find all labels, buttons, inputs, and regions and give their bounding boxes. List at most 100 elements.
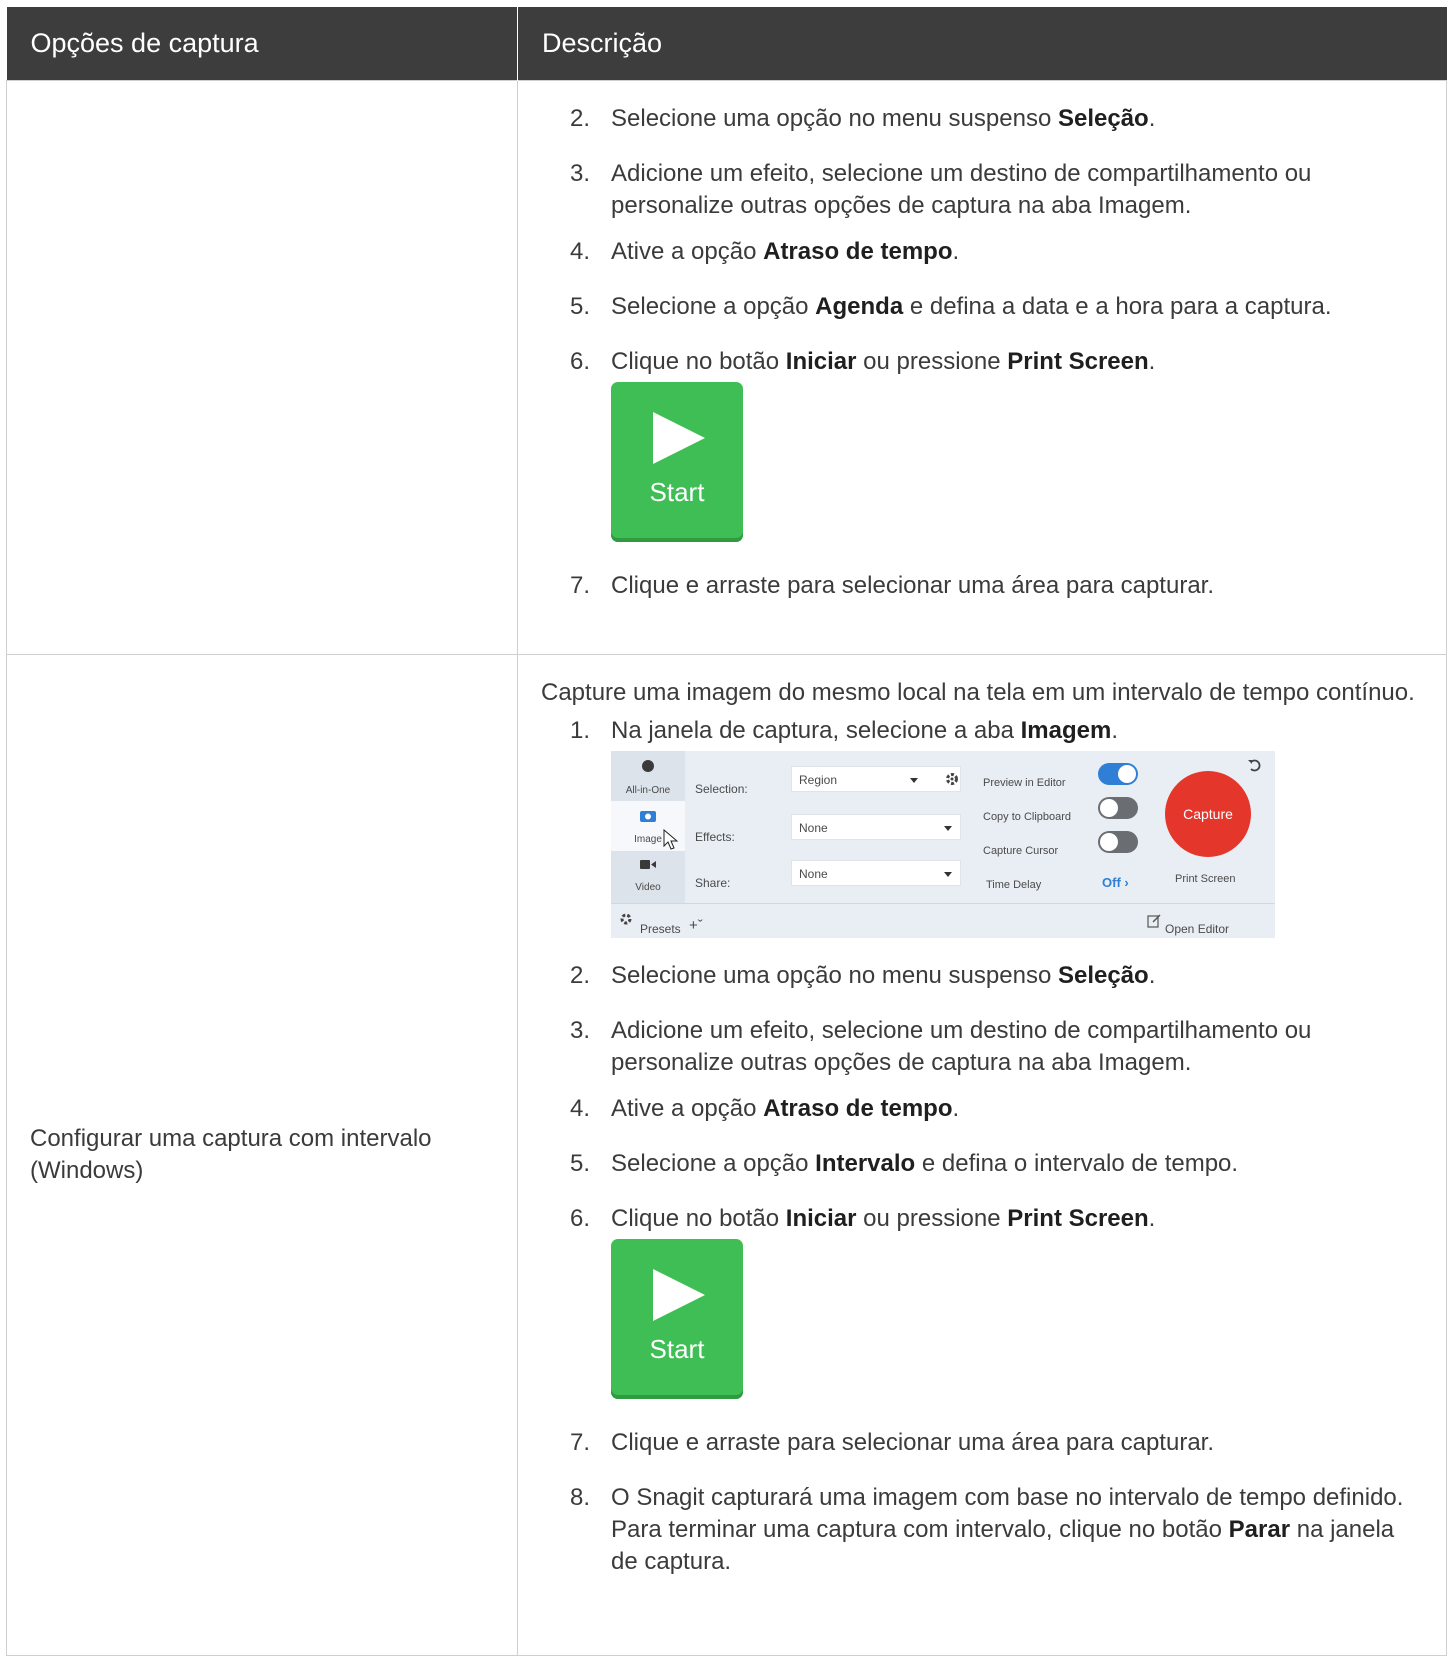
start-button[interactable]: Start — [611, 1239, 743, 1399]
step-number: 8. — [570, 1484, 591, 1511]
text-run: ou pressione — [856, 348, 1008, 375]
bold-term: Imagem — [1020, 717, 1112, 744]
page: Opções de captura Descrição 2. Selecione … — [0, 0, 1447, 1656]
selection-value: Region — [799, 773, 838, 787]
capture-options-table: Opções de captura Descrição 2. Selecione … — [6, 7, 1447, 1656]
step-number: 4. — [570, 238, 591, 265]
list-item: 7. Clique e arraste para selecionar uma á… — [518, 1427, 1446, 1459]
play-icon — [653, 1269, 705, 1321]
step-text: Selecione uma opção no menu suspenso Sel… — [611, 105, 1155, 132]
cursor-toggle[interactable] — [1098, 831, 1138, 853]
text-run: Na janela de captura, selecione a aba — [611, 717, 1021, 744]
text-run: Ative a opção — [611, 238, 764, 265]
effects-label: Effects: — [695, 830, 735, 844]
step-number: 1. — [570, 717, 591, 744]
time-delay-value[interactable]: Off › — [1102, 867, 1129, 899]
camera-icon — [640, 811, 656, 822]
list-item: 5. Selecione a opção Intervalo e defina o… — [518, 1148, 1446, 1180]
list-item: 1. Na janela de captura, selecione a aba … — [518, 715, 1446, 938]
list-item: 7. Clique e arraste para selecionar uma á… — [518, 570, 1446, 602]
text-run: . — [1111, 717, 1118, 744]
open-editor-link[interactable]: Open Editor — [1165, 913, 1229, 945]
share-label: Share: — [695, 876, 731, 890]
table-row: 2. Selecione uma opção no menu suspenso S… — [6, 80, 1447, 655]
capture-label: Capture — [1183, 806, 1233, 822]
effects-value: None — [799, 821, 828, 835]
list-item: 2. Selecione uma opção no menu suspenso S… — [518, 960, 1446, 992]
preview-toggle[interactable] — [1098, 763, 1138, 785]
header-description: Descrição — [517, 7, 1447, 81]
table-header-row: Opções de captura Descrição — [6, 7, 1447, 81]
selection-dropdown[interactable]: Region — [791, 766, 961, 792]
list-item: 6. Clique no botão Iniciar ou pressione P… — [518, 1203, 1446, 1399]
bold-term: Print Screen — [1007, 1205, 1149, 1232]
step-number: 7. — [570, 572, 591, 599]
tab-video[interactable]: Video — [611, 851, 685, 901]
list-item: 5. Selecione a opção Agenda e defina a da… — [518, 291, 1446, 323]
capture-window: All-in-One Image Video Selection: Region… — [611, 751, 1275, 938]
capture-button[interactable]: Capture — [1165, 771, 1251, 857]
time-delay-value-text: Off — [1102, 875, 1121, 890]
header-capture-options: Opções de captura — [6, 7, 518, 81]
text-run: e defina o intervalo de tempo. — [915, 1150, 1239, 1177]
presets-label[interactable]: Presets — [640, 913, 681, 945]
add-preset-icon[interactable]: +ˇ — [689, 910, 703, 942]
text-run: . — [952, 1095, 960, 1122]
chevron-down-icon — [910, 778, 918, 783]
print-screen-label: Print Screen — [1175, 873, 1236, 885]
bold-term: Agenda — [815, 293, 904, 320]
table-row: Configurar uma captura com intervalo (Wi… — [6, 654, 1447, 1656]
all-in-one-icon — [642, 760, 654, 772]
description-cell: 2. Selecione uma opção no menu suspenso S… — [517, 80, 1447, 655]
text-run: Adicione um efeito, selecione um destino… — [611, 160, 1312, 219]
bold-term: Iniciar — [785, 1205, 857, 1232]
step-number: 6. — [570, 1205, 591, 1232]
chevron-down-icon — [944, 826, 952, 831]
step-text: Ative a opção Atraso de tempo. — [611, 238, 959, 265]
text-run: . — [1148, 962, 1156, 989]
effects-dropdown[interactable]: None — [791, 814, 961, 840]
step-text: Clique no botão Iniciar ou pressione Pri… — [611, 348, 1155, 375]
text-run: Clique no botão — [611, 348, 786, 375]
tab-all-in-one[interactable]: All-in-One — [611, 751, 685, 801]
text-run: Selecione a opção — [611, 1150, 816, 1177]
selection-label: Selection: — [695, 782, 748, 796]
text-run: Selecione a opção — [611, 293, 816, 320]
reset-icon[interactable] — [1247, 757, 1263, 773]
list-item: 6. Clique no botão Iniciar ou pressione P… — [518, 346, 1446, 542]
gear-icon[interactable] — [945, 772, 959, 786]
preview-label: Preview in Editor — [983, 777, 1066, 789]
text-run: Selecione uma opção no menu suspenso — [611, 105, 1058, 132]
share-dropdown[interactable]: None — [791, 860, 961, 886]
step-text: Clique no botão Iniciar ou pressione Pri… — [611, 1205, 1155, 1232]
tab-image[interactable]: Image — [611, 801, 685, 851]
cursor-label: Capture Cursor — [983, 845, 1059, 857]
list-item: 4. Ative a opção Atraso de tempo. — [518, 1093, 1446, 1125]
video-icon — [640, 860, 656, 869]
tab-label: Image — [634, 834, 662, 845]
text-run: . — [1148, 105, 1156, 132]
bold-term: Seleção — [1057, 962, 1149, 989]
text-run: Ative a opção — [611, 1095, 764, 1122]
capture-mode-sidebar: All-in-One Image Video — [611, 751, 685, 903]
clipboard-toggle[interactable] — [1098, 797, 1138, 819]
steps-list: 1. Na janela de captura, selecione a aba … — [518, 713, 1446, 1578]
edit-icon — [1147, 914, 1161, 928]
step-number: 3. — [570, 160, 591, 187]
toggle-knob — [1100, 799, 1118, 817]
option-cell: Configurar uma captura com intervalo (Wi… — [6, 654, 518, 1656]
capture-window-footer: Presets +ˇ Open Editor — [611, 903, 1275, 939]
step-text: Adicione um efeito, selecione um destino… — [611, 1017, 1311, 1076]
bold-term: Parar — [1228, 1516, 1291, 1543]
tab-label: Video — [635, 882, 661, 893]
bold-term: Atraso de tempo — [763, 238, 953, 265]
step-number: 4. — [570, 1095, 591, 1122]
text-run: e defina a data e a hora para a captura. — [903, 293, 1332, 320]
start-button[interactable]: Start — [611, 382, 743, 542]
step-text: O Snagit capturará uma imagem com base n… — [611, 1484, 1403, 1575]
list-item: 3. Adicione um efeito, selecione um desti… — [518, 1015, 1446, 1079]
step-text: Adicione um efeito, selecione um destino… — [611, 160, 1311, 219]
tab-label: All-in-One — [625, 785, 671, 796]
text-run: Clique e arraste para selecionar uma áre… — [611, 1429, 1214, 1456]
list-item: 8. O Snagit capturará uma imagem com base… — [518, 1482, 1446, 1578]
